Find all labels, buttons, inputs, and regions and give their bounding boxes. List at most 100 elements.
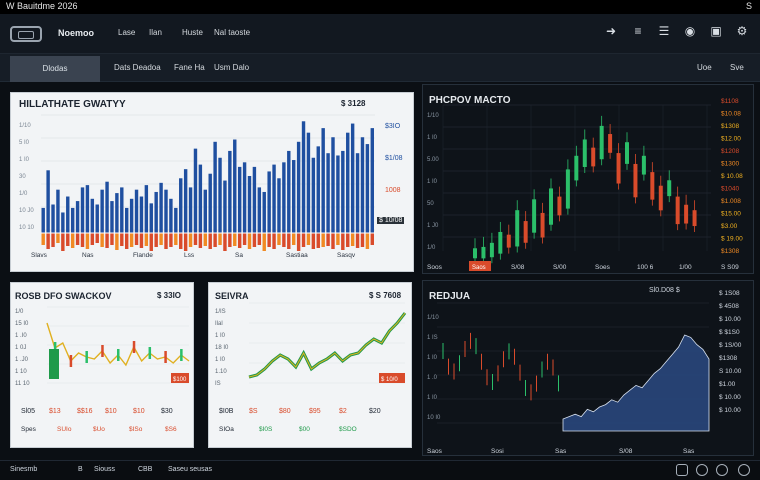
globe-icon[interactable]: ◉ [682,23,698,39]
red-bar [80,233,85,247]
y-tick-label: 1/0 [427,245,436,251]
price-label: $ 10.00 [719,407,741,414]
candle-body [599,125,604,160]
red-bar [360,233,365,247]
y-tick-label: 11 10 [15,381,30,387]
candle-body [692,210,697,227]
bottom-sub: $S6 [165,426,177,433]
price-label: $ 10.08 [721,173,743,180]
x-label: Slavs [31,252,48,259]
bottom-value: $10 [133,408,145,415]
blue-bar [70,207,75,233]
candle-body [532,199,537,233]
red-bar [257,233,262,245]
candle-body [69,355,73,367]
blue-bar [292,160,296,233]
bottom-sub: $ISo [129,426,143,433]
x-label: Saos [427,448,443,455]
status-bar: Sinesmb B Siouss CBB Saseu seusas [0,460,760,480]
blue-bar [208,173,212,233]
blue-bar [154,191,158,233]
candle-body [608,134,613,153]
x-label: Sas [555,448,567,455]
main-right-label-2: $1/08 [385,155,403,162]
candle-body [85,351,88,363]
red-bar [292,233,296,245]
subnav-item-3[interactable]: Usm Dalo [214,63,249,72]
y-tick-label: IS [215,381,221,387]
x-label: 100 6 [637,264,654,271]
main-right-label-1: $3IO [385,123,401,130]
candle-body [667,180,672,197]
subnav-right-1[interactable]: Uoe [697,63,712,72]
red-bar [228,233,232,247]
red-bar [277,233,281,245]
bottom-value: $20 [369,408,381,415]
price-label: $1308 [719,355,737,362]
bottom-value: $80 [279,408,291,415]
chat-icon[interactable] [696,464,708,476]
red-bar [129,233,134,247]
menu-item-3[interactable]: Huste [182,28,203,37]
blue-bar [129,198,134,233]
share-icon[interactable] [716,464,728,476]
blue-bar [247,176,252,233]
settings-icon[interactable]: ⚙ [734,23,750,39]
price-label: $1.008 [721,198,741,205]
red-bar [296,233,301,251]
red-bar [95,233,99,243]
menu-icon[interactable]: ☰ [656,23,672,39]
y-tick-label: 15 I0 [15,321,29,327]
candle-body [557,196,562,216]
bottom-value: $I0B [219,408,234,415]
red-bar [247,233,252,249]
main-bar-chart: 1/10 5 I0 1 I0 30 1/0 10 J0 10 10 Slavs Nas Fland… [19,114,375,259]
blue-bar [331,137,335,233]
subnav-item-1[interactable]: Dats Deadoa [114,63,161,72]
red-bar [262,233,266,251]
cursor-icon[interactable]: ➜ [603,23,619,39]
bottom-value: $2 [339,408,347,415]
x-label: Lss [184,252,195,259]
y-tick-label: 1 I0 [427,355,438,361]
price-label: $3.00 [721,223,738,230]
menu-item-2[interactable]: Ilan [149,28,162,37]
y-tick-label: 1/0 [19,191,28,197]
list-icon[interactable]: ≡ [630,23,646,39]
main-right-label-3: 1008 [385,187,401,194]
x-label: S/00 [553,264,567,271]
blue-bar [174,207,178,233]
price-label: $ 1S/00 [719,342,742,349]
lock-icon[interactable]: ▣ [708,23,724,39]
menu-item-1[interactable]: Lase [118,28,135,37]
blue-bar [355,153,360,233]
red-bar [154,233,158,247]
price-label: $1308 [721,248,739,255]
red-bar [120,233,124,246]
menu-item-4[interactable]: Nal taoste [214,28,250,37]
settings-status-icon[interactable] [738,464,750,476]
red-bar [198,233,203,248]
bottom-sub: Spes [21,426,37,433]
red-bar [193,233,198,245]
blue-bar [336,155,340,233]
area-chart: 1/10 1 IS 1 I0 1 .0 1 I0 10 I0 $ 1S08 $ 4508 $ 1… [427,290,742,455]
bottom-value: $$16 [77,408,93,415]
red-bar [355,233,360,248]
blue-bar [120,187,124,233]
window-icon[interactable] [676,464,688,476]
y-tick-label: 1 .0 [427,375,438,381]
subnav-right-2[interactable]: Sve [730,63,744,72]
mid-right-panel: REDJUA Sl0.D08 $ 1/10 1 IS 1 I0 1 .0 1 I0 10 … [422,280,754,456]
x-label: Sastiaa [286,252,308,259]
tab-active[interactable]: Dlodas [10,56,100,82]
x-label: Sosi [491,448,504,455]
candle-body [506,234,511,248]
red-bar [208,233,212,249]
red-bar [125,233,129,249]
red-bar [223,233,227,251]
subnav-item-2[interactable]: Fane Ha [174,63,205,72]
red-bar [174,233,178,245]
red-bar [233,233,237,246]
red-bar [61,233,65,251]
